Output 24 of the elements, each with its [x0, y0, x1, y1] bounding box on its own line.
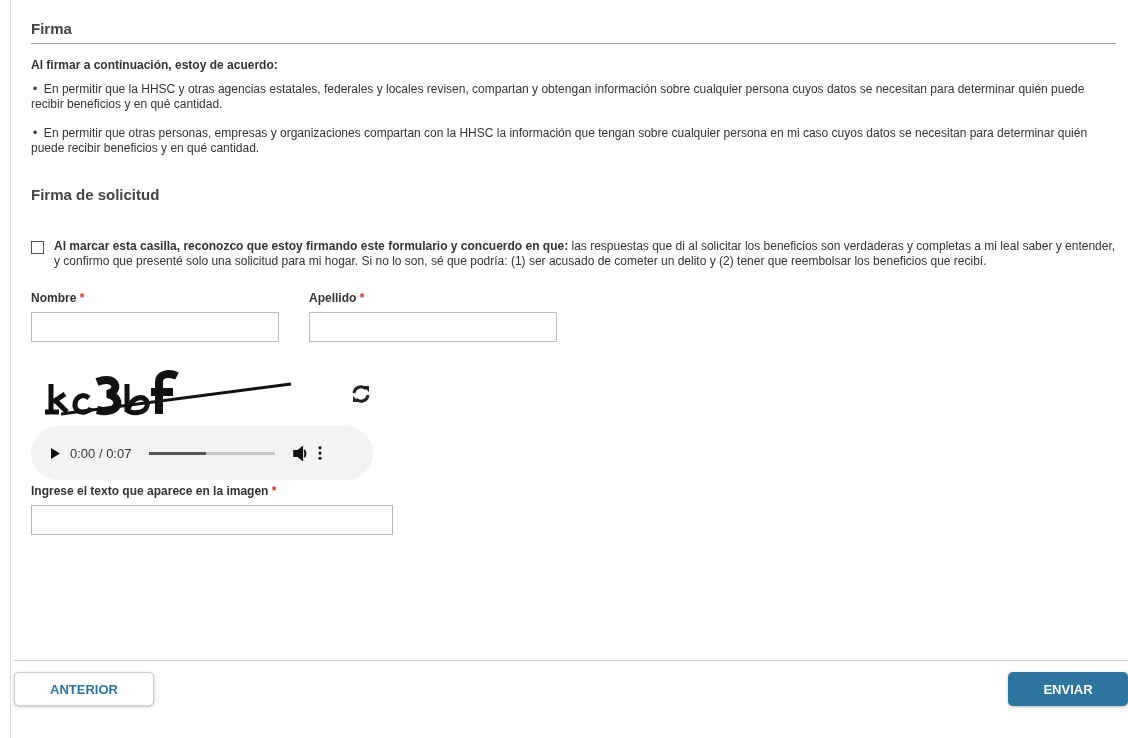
- field-label: Nombre: [31, 291, 77, 305]
- required-mark: *: [79, 291, 85, 305]
- back-button[interactable]: ANTERIOR: [14, 672, 154, 706]
- more-icon[interactable]: [318, 446, 323, 460]
- refresh-icon[interactable]: [351, 384, 371, 404]
- progress-track[interactable]: [149, 451, 276, 455]
- agreement-item: • En permitir que la HHSC y otras agencias estatales, federales y locales revisen, compartan y obtengan información sobre cualquier persona cuyos datos se necesitan para determinar quién puede recibir beneficios y en qué cantidad.: [31, 82, 1086, 112]
- volume-icon[interactable]: [293, 445, 309, 461]
- input-field[interactable]: [31, 505, 393, 535]
- field-label: Apellido: [309, 291, 357, 305]
- input-field[interactable]: [309, 312, 557, 342]
- field-label: Ingrese el texto que aparece en la imagen: [31, 484, 269, 498]
- agreement-heading: Al firmar a continuación, estoy de acuerdo:: [31, 58, 279, 72]
- submit-button[interactable]: ENVIAR: [1008, 672, 1128, 706]
- section-title: Firma: [31, 0, 1116, 44]
- checkbox[interactable]: [31, 241, 44, 254]
- required-mark: *: [359, 291, 365, 305]
- consent-text: Al marcar esta casilla, reconozco que estoy firmando este formulario y concuerdo en que: las respuestas que di al solicitar los beneficios son verdaderas y completas a mi leal saber y entender, y confirmo que presenté solo una solicitud para mi hogar. Si no lo son, sé que podría: (1) ser acusado de cometer un delito y (2) tener que reembolsar los beneficios que recibí.: [54, 239, 1116, 269]
- input-field[interactable]: [31, 312, 279, 342]
- audio-time: 0:00 / 0:07: [70, 445, 132, 461]
- agreement-item: • En permitir que otras personas, empresas y organizaciones compartan con la HHSC la información que tengan sobre cualquier persona en mi caso cuyos datos se necesitan para determinar quién puede recibir beneficios y en qué cantidad.: [31, 126, 1089, 156]
- play-icon[interactable]: [51, 447, 60, 459]
- signature-title: Firma de solicitud: [31, 186, 161, 203]
- required-mark: *: [271, 484, 277, 498]
